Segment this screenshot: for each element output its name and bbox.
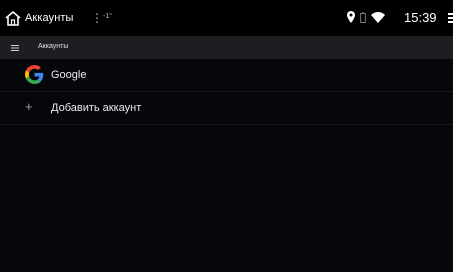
status-bar-title: Аккаунты xyxy=(25,12,74,24)
add-account-label: Добавить аккаунт xyxy=(51,102,142,114)
battery-icon xyxy=(360,11,366,23)
home-icon[interactable] xyxy=(4,10,22,28)
accounts-list: Google + Добавить аккаунт xyxy=(0,59,453,125)
temperature-label: -1° xyxy=(103,13,113,20)
usb-icon xyxy=(448,13,453,23)
account-item-google[interactable]: Google xyxy=(0,59,453,92)
wifi-icon xyxy=(371,11,385,23)
app-bar: Аккаунты xyxy=(0,36,453,59)
google-logo-icon xyxy=(25,65,44,84)
hamburger-menu-icon[interactable] xyxy=(11,44,19,52)
status-bar: Аккаунты ⋮ -1° 15:39 xyxy=(0,0,453,36)
status-icons xyxy=(347,11,390,23)
clock: 15:39 xyxy=(404,10,437,25)
location-pin-icon xyxy=(347,11,355,23)
more-options-icon[interactable]: ⋮ xyxy=(91,11,103,25)
account-name: Google xyxy=(51,69,87,81)
plus-icon: + xyxy=(25,99,33,114)
page-title: Аккаунты xyxy=(38,43,69,50)
add-account-button[interactable]: + Добавить аккаунт xyxy=(0,92,453,125)
